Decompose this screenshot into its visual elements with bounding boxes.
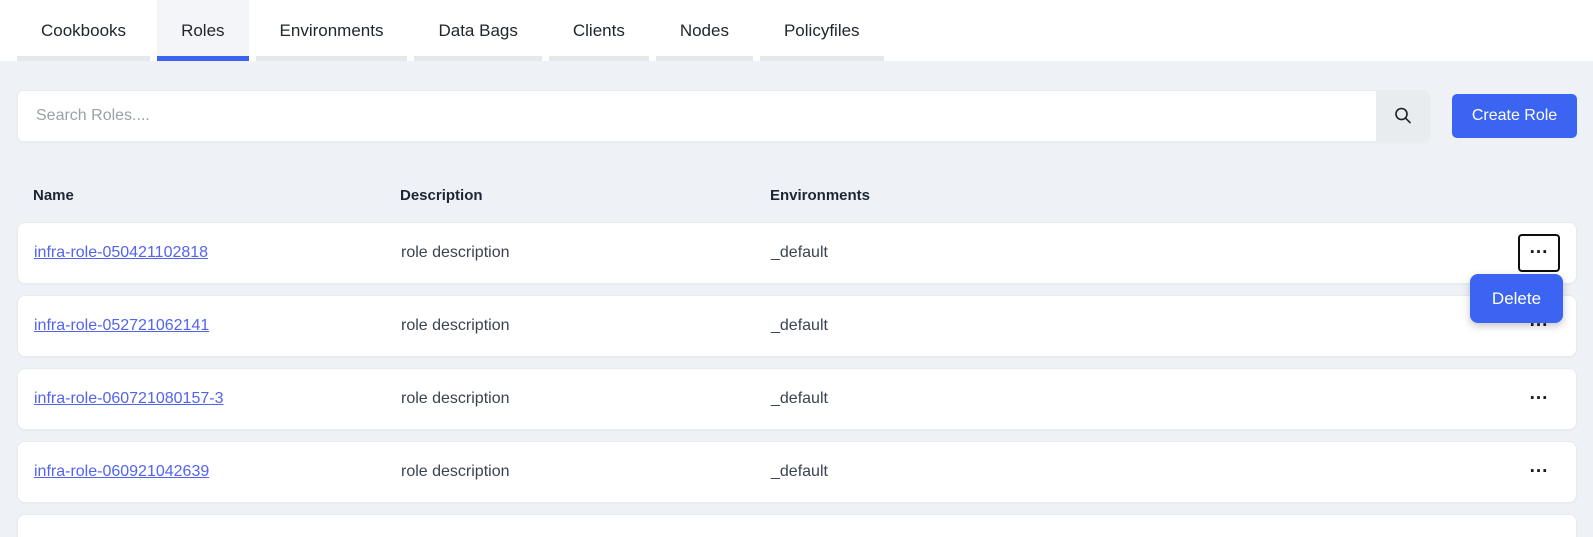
column-header-environments: Environments xyxy=(770,187,1481,204)
infra-tab-bar: Cookbooks Roles Environments Data Bags C… xyxy=(0,0,1593,61)
roles-table: Name Description Environments infra-role… xyxy=(17,180,1577,537)
row-menu-button[interactable]: ... xyxy=(1518,380,1560,418)
ellipsis-icon: ... xyxy=(1530,456,1549,478)
role-description: role description xyxy=(401,244,771,262)
search-button[interactable] xyxy=(1376,91,1429,141)
role-name-link[interactable]: infra-role-050421102818 xyxy=(34,244,208,262)
table-header: Name Description Environments xyxy=(17,180,1577,210)
delete-menu-item[interactable]: Delete xyxy=(1470,274,1563,323)
roles-page: Cookbooks Roles Environments Data Bags C… xyxy=(0,0,1593,537)
role-environments: _default xyxy=(771,317,1480,335)
role-description: role description xyxy=(401,390,771,408)
row-menu-button[interactable]: ... xyxy=(1518,453,1560,491)
ellipsis-icon: ... xyxy=(1530,383,1549,405)
column-header-description: Description xyxy=(400,187,770,204)
table-row-partial xyxy=(17,514,1577,537)
tab-cookbooks[interactable]: Cookbooks xyxy=(17,0,150,61)
role-name-link[interactable]: infra-role-060721080157-3 xyxy=(34,390,223,408)
tab-data-bags[interactable]: Data Bags xyxy=(414,0,541,61)
table-row: infra-role-052721062141 role description… xyxy=(17,295,1577,357)
table-row: infra-role-060721080157-3 role descripti… xyxy=(17,368,1577,430)
tab-roles[interactable]: Roles xyxy=(157,0,248,61)
search-bar xyxy=(17,90,1430,142)
toolbar: Create Role xyxy=(17,90,1577,142)
search-input[interactable] xyxy=(18,91,1376,141)
role-environments: _default xyxy=(771,390,1480,408)
column-header-name: Name xyxy=(33,187,400,204)
tab-policyfiles[interactable]: Policyfiles xyxy=(760,0,884,61)
search-icon xyxy=(1392,105,1414,127)
role-environments: _default xyxy=(771,463,1480,481)
role-environments: _default xyxy=(771,244,1480,262)
role-description: role description xyxy=(401,463,771,481)
ellipsis-icon: ... xyxy=(1530,237,1549,259)
role-description: role description xyxy=(401,317,771,335)
table-row: infra-role-050421102818 role description… xyxy=(17,222,1577,284)
tab-clients[interactable]: Clients xyxy=(549,0,649,61)
role-name-link[interactable]: infra-role-060921042639 xyxy=(34,463,209,481)
tab-nodes[interactable]: Nodes xyxy=(656,0,753,61)
tab-environments[interactable]: Environments xyxy=(256,0,408,61)
table-row: infra-role-060921042639 role description… xyxy=(17,441,1577,503)
role-name-link[interactable]: infra-role-052721062141 xyxy=(34,317,209,335)
row-menu-button[interactable]: ... xyxy=(1518,234,1560,272)
create-role-button[interactable]: Create Role xyxy=(1452,94,1577,138)
